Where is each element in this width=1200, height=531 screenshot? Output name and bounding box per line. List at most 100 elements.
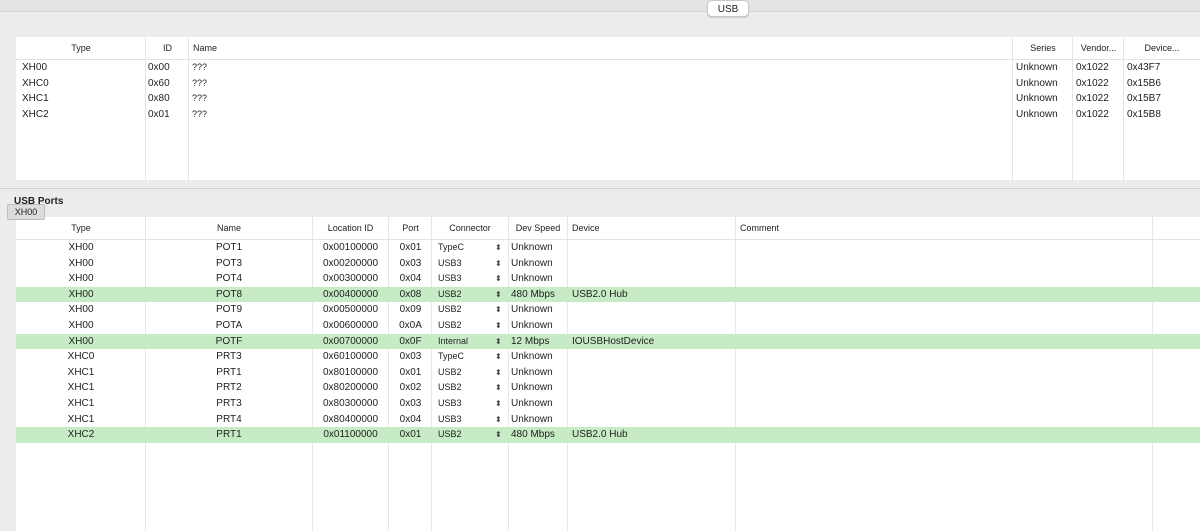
controller-cell: 0x00 xyxy=(148,62,170,73)
port-connector-select[interactable]: USB2 xyxy=(438,287,494,303)
tab-usb[interactable]: USB xyxy=(707,0,749,17)
chevron-updown-icon[interactable]: ⬍ xyxy=(495,287,502,303)
chevron-updown-icon[interactable]: ⬍ xyxy=(495,271,502,287)
port-location-cell: 0x60100000 xyxy=(322,351,379,363)
port-connector-select[interactable]: USB3 xyxy=(438,412,494,428)
ports-header-comment[interactable]: Comment xyxy=(740,217,1140,239)
ports-header-port[interactable]: Port xyxy=(389,217,432,239)
port-port-cell: 0x0A xyxy=(399,320,422,331)
controllers-table: Type ID Name Series Vendor... Device... XH00 0… xyxy=(16,37,1200,180)
port-row[interactable]: XHC1 PRT4 0x80400000 0x04 USB3 Unknown ⬍ xyxy=(16,412,1200,428)
port-connector-select[interactable]: USB3 xyxy=(438,256,494,272)
chevron-updown-icon[interactable]: ⬍ xyxy=(495,412,502,428)
controllers-header-device[interactable]: Device... xyxy=(1128,37,1196,59)
port-connector-select[interactable]: USB2 xyxy=(438,318,494,334)
port-speed-cell: Unknown xyxy=(511,351,553,363)
port-connector-select[interactable]: TypeC xyxy=(438,240,494,256)
port-row[interactable]: XHC1 PRT1 0x80100000 0x01 USB2 Unknown ⬍ xyxy=(16,365,1200,381)
controller-row[interactable]: XHC0 0x60??? Unknown 0x1022 0x15B6 xyxy=(16,76,1200,92)
port-device-cell: IOUSBHostDevice xyxy=(572,335,655,347)
port-row[interactable]: XH00 POT1 0x00100000 0x01 TypeC Unknown ⬍ xyxy=(16,240,1200,256)
port-connector-select[interactable]: USB2 xyxy=(438,380,494,396)
port-location-cell: 0x80300000 xyxy=(322,398,379,409)
port-row[interactable]: XH00 POT9 0x00500000 0x09 USB2 Unknown ⬍ xyxy=(16,302,1200,318)
controllers-header-series[interactable]: Series xyxy=(1016,37,1070,59)
port-connector-select[interactable]: USB2 xyxy=(438,365,494,381)
controller-cell: ??? xyxy=(192,108,208,119)
port-port-cell: 0x01 xyxy=(399,242,422,253)
port-connector-select[interactable]: Internal xyxy=(438,334,494,350)
port-speed-cell: Unknown xyxy=(511,366,553,378)
controller-cell: ??? xyxy=(192,93,208,104)
chevron-updown-icon[interactable]: ⬍ xyxy=(495,365,502,381)
ports-header-device[interactable]: Device xyxy=(572,217,732,239)
chevron-updown-icon[interactable]: ⬍ xyxy=(495,427,502,443)
port-connector-select[interactable]: USB2 xyxy=(438,302,494,318)
port-type-cell: XHC1 xyxy=(67,398,95,409)
controller-cell: Unknown xyxy=(1016,108,1058,120)
port-type-cell: XHC2 xyxy=(67,429,95,441)
chevron-updown-icon[interactable]: ⬍ xyxy=(495,380,502,396)
controller-cell: 0x1022 xyxy=(1076,62,1109,73)
port-connector-select[interactable]: USB3 xyxy=(438,396,494,412)
controller-cell: 0x15B6 xyxy=(1127,77,1161,89)
port-port-cell: 0x09 xyxy=(399,304,422,316)
port-row[interactable]: XH00 POT8 0x00400000 0x08 USB2 480 Mbps USB2.0… xyxy=(16,286,1200,303)
controller-cell: Unknown xyxy=(1016,62,1058,73)
port-location-cell: 0x01100000 xyxy=(323,429,378,441)
port-speed-cell: Unknown xyxy=(511,257,553,269)
chevron-updown-icon[interactable]: ⬍ xyxy=(495,318,502,334)
port-speed-cell: Unknown xyxy=(511,320,553,331)
controller-cell: ??? xyxy=(192,77,208,88)
ports-header-name[interactable]: Name xyxy=(146,217,312,239)
port-connector-select[interactable]: USB2 xyxy=(438,427,494,443)
controller-cell: XHC1 xyxy=(22,93,49,105)
chevron-updown-icon[interactable]: ⬍ xyxy=(495,256,502,272)
ports-header-connector[interactable]: Connector xyxy=(432,217,508,239)
port-connector-select[interactable]: TypeC xyxy=(438,349,494,365)
port-connector-select[interactable]: USB3 xyxy=(438,271,494,287)
ports-header-devspeed[interactable]: Dev Speed xyxy=(508,217,568,239)
controller-row[interactable]: XHC1 0x80??? Unknown 0x1022 0x15B7 xyxy=(16,91,1200,107)
port-row[interactable]: XHC0 PRT3 0x60100000 0x03 TypeC Unknown ⬍ xyxy=(16,349,1200,365)
controller-row[interactable]: XH00 0x00??? Unknown 0x1022 0x43F7 xyxy=(16,60,1200,76)
chevron-updown-icon[interactable]: ⬍ xyxy=(495,302,502,318)
controllers-header-type[interactable]: Type xyxy=(22,37,140,59)
port-name-cell: POT3 xyxy=(215,257,243,269)
port-row[interactable]: XHC1 PRT2 0x80200000 0x02 USB2 Unknown ⬍ xyxy=(16,380,1200,396)
port-row[interactable]: XH00 POT4 0x00300000 0x04 USB3 Unknown ⬍ xyxy=(16,271,1200,287)
ports-table: Type Name Location ID Port Connector Dev Spee… xyxy=(16,217,1200,531)
controller-cell: 0x01 xyxy=(148,108,170,120)
controller-cell: 0x1022 xyxy=(1076,93,1109,105)
port-device-cell: USB2.0 Hub xyxy=(572,288,628,300)
port-name-cell: POT8 xyxy=(215,288,243,300)
controllers-header-vendor[interactable]: Vendor... xyxy=(1076,37,1121,59)
port-row[interactable]: XHC1 PRT3 0x80300000 0x03 USB3 Unknown ⬍ xyxy=(16,396,1200,412)
port-row[interactable]: XHC2 PRT1 0x01100000 0x01 USB2 480 Mbps USB2.0… xyxy=(16,427,1200,443)
ports-header-locationid[interactable]: Location ID xyxy=(312,217,389,239)
port-type-cell: XHC1 xyxy=(67,382,95,394)
controllers-header-id[interactable]: ID xyxy=(148,37,187,59)
port-port-cell: 0x03 xyxy=(399,257,422,269)
controllers-header-name[interactable]: Name xyxy=(193,37,1009,59)
port-speed-cell: Unknown xyxy=(511,304,553,316)
port-location-cell: 0x80400000 xyxy=(322,413,379,425)
port-location-cell: 0x80100000 xyxy=(322,366,379,378)
port-type-cell: XH00 xyxy=(68,257,94,269)
chevron-updown-icon[interactable]: ⬍ xyxy=(495,334,502,350)
controllers-header: Type ID Name Series Vendor... Device... xyxy=(16,37,1200,60)
chevron-updown-icon[interactable]: ⬍ xyxy=(495,396,502,412)
port-row[interactable]: XH00 POTA 0x00600000 0x0A USB2 Unknown ⬍ xyxy=(16,318,1200,334)
controller-cell: 0x1022 xyxy=(1076,77,1109,89)
port-port-cell: 0x04 xyxy=(399,273,422,285)
controller-row[interactable]: XHC2 0x01??? Unknown 0x1022 0x15B8 xyxy=(16,107,1200,123)
ports-header-type[interactable]: Type xyxy=(16,217,146,239)
port-type-cell: XH00 xyxy=(68,335,94,347)
controller-cell: XH00 xyxy=(22,62,48,73)
port-row[interactable]: XH00 POTF 0x00700000 0x0F Internal 12 Mbps IOU… xyxy=(16,333,1200,350)
port-row[interactable]: XH00 POT3 0x00200000 0x03 USB3 Unknown ⬍ xyxy=(16,256,1200,272)
controller-cell: 0x60 xyxy=(148,77,170,89)
chevron-updown-icon[interactable]: ⬍ xyxy=(495,240,502,256)
port-name-cell: PRT2 xyxy=(216,382,242,394)
chevron-updown-icon[interactable]: ⬍ xyxy=(495,349,502,365)
